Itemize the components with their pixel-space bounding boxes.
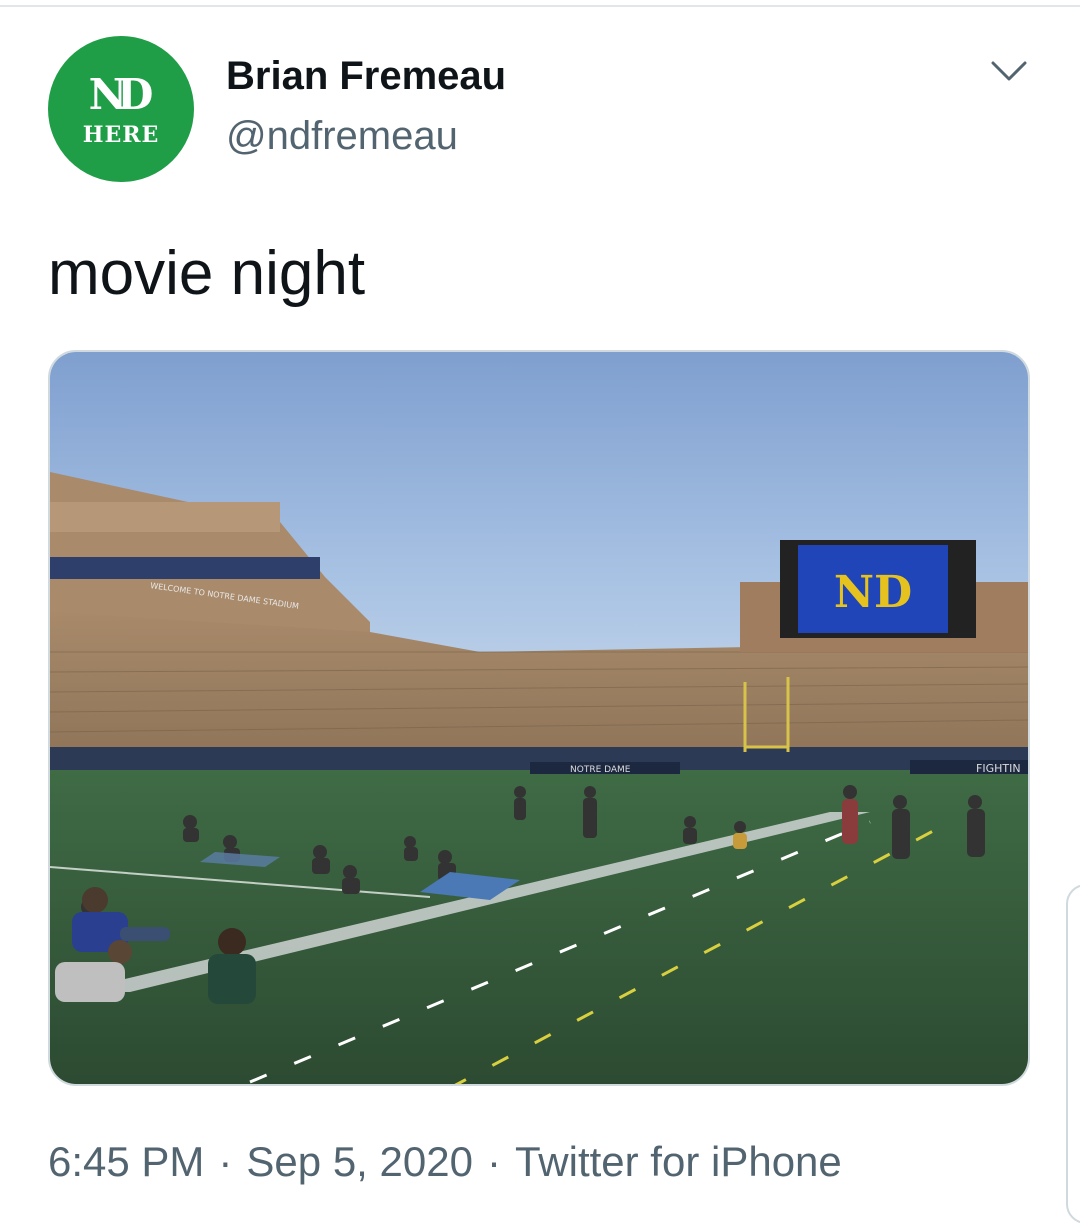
- stadium-photo: WELCOME TO NOTRE DAME STADIUM ND NOTRE D…: [50, 352, 1028, 1084]
- meta-separator: ·: [486, 1138, 501, 1185]
- avatar-caption: HERE: [82, 122, 160, 148]
- chevron-down-icon[interactable]: [990, 60, 1028, 82]
- adjacent-card-edge: [1066, 884, 1080, 1224]
- tweet-source[interactable]: Twitter for iPhone: [515, 1138, 842, 1185]
- tweet-text: movie night: [48, 239, 366, 308]
- avatar[interactable]: ND HERE: [48, 36, 194, 182]
- sideline-banner-right: FIGHTIN: [976, 762, 1021, 775]
- tweet-date[interactable]: Sep 5, 2020: [246, 1138, 473, 1185]
- author-name[interactable]: Brian Fremeau: [226, 54, 506, 99]
- top-divider: [0, 5, 1080, 7]
- sideline-banner-left: NOTRE DAME: [570, 765, 631, 775]
- tweet-photo[interactable]: WELCOME TO NOTRE DAME STADIUM ND NOTRE D…: [48, 350, 1030, 1086]
- video-board-logo: ND: [834, 567, 912, 618]
- tweet-time[interactable]: 6:45 PM: [48, 1138, 204, 1185]
- avatar-monogram: ND: [88, 70, 154, 119]
- meta-separator: ·: [218, 1138, 233, 1185]
- author-handle[interactable]: @ndfremeau: [226, 114, 458, 159]
- tweet-meta: 6:45 PM · Sep 5, 2020 · Twitter for iPhone: [48, 1138, 842, 1186]
